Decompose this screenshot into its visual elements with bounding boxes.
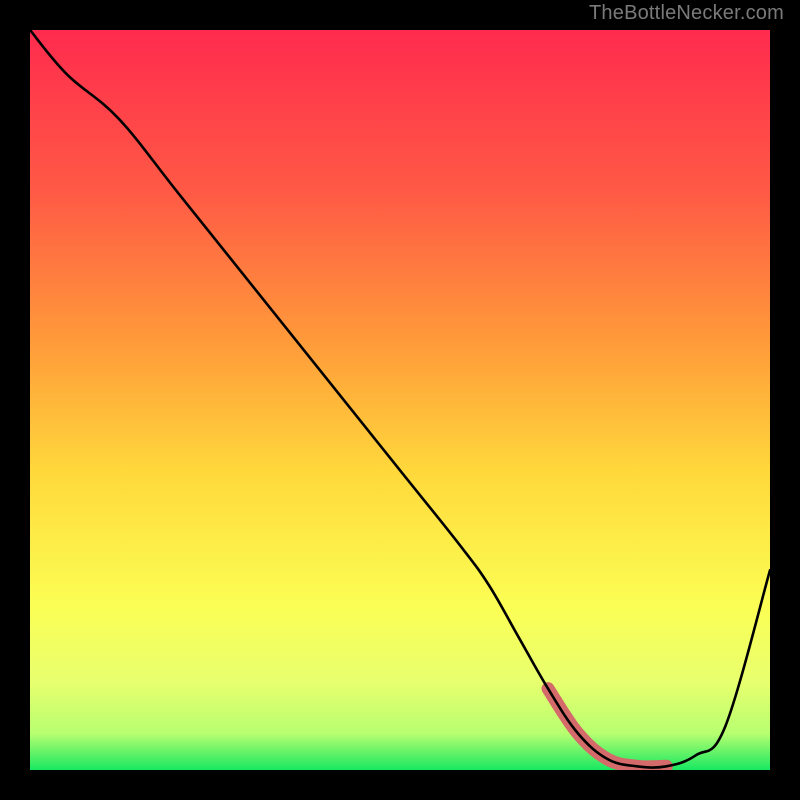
plot-area bbox=[30, 30, 770, 770]
gradient-background bbox=[30, 30, 770, 770]
chart-svg bbox=[30, 30, 770, 770]
attribution-text: TheBottleNecker.com bbox=[589, 2, 784, 25]
chart-frame: TheBottleNecker.com bbox=[0, 0, 800, 800]
